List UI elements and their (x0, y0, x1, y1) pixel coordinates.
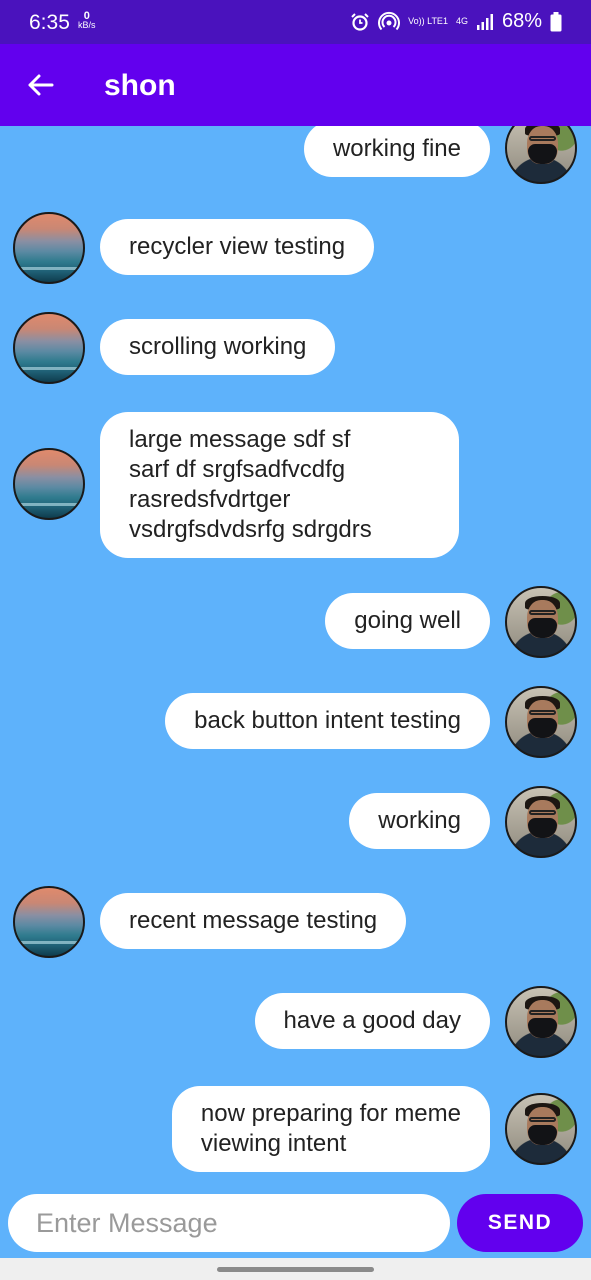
alarm-icon (351, 12, 369, 31)
home-gesture-handle[interactable] (217, 1267, 374, 1272)
avatar-sent (505, 986, 577, 1058)
battery-icon (550, 11, 562, 31)
net-speed-unit: kB/s (78, 20, 96, 30)
message-bubble-sent: back button intent testing (165, 693, 490, 749)
avatar-sent (505, 786, 577, 858)
message-bubble-received: scrolling working (100, 319, 336, 375)
avatar-sent (505, 1093, 577, 1165)
status-time: 6:35 (29, 11, 70, 34)
status-icons: Vo)) LTE1 4G 68% (350, 10, 562, 33)
message-list[interactable]: working fine recycler view testing scrol… (0, 126, 591, 1189)
avatar-received (13, 312, 85, 384)
send-button[interactable]: SEND (457, 1194, 583, 1252)
message-bubble-sent: have a good day (254, 993, 490, 1049)
avatar-sent (505, 126, 577, 184)
signal-icon (476, 13, 493, 30)
message-bubble-sent: now preparing for meme viewing intent (171, 1086, 490, 1172)
avatar-sent (505, 686, 577, 758)
chat-title: shon (104, 69, 176, 102)
avatar-sent (505, 586, 577, 658)
volte-icon: Vo)) LTE1 (408, 16, 448, 26)
avatar-received (13, 212, 85, 284)
message-bubble-received: recent message testing (100, 893, 407, 949)
message-bubble-received: recycler view testing (100, 219, 375, 275)
network-type-icon: 4G (455, 16, 468, 26)
message-bubble-received: large message sdf sf sarf df srgfsadfvcd… (100, 412, 459, 558)
message-bubble-sent: going well (325, 593, 490, 649)
message-bubble-sent: working fine (303, 126, 490, 177)
message-input[interactable] (8, 1194, 450, 1252)
hotspot-icon (378, 11, 401, 30)
back-arrow-icon[interactable] (26, 71, 54, 99)
status-bar: 6:35 0 kB/s Vo)) LTE1 4G 68% (0, 0, 591, 44)
avatar-received (13, 448, 85, 520)
battery-percent: 68% (501, 10, 542, 32)
network-speed-indicator: 0 kB/s (78, 11, 96, 30)
navigation-bar (0, 1258, 591, 1280)
app-bar: shon (0, 44, 591, 126)
avatar-received (13, 886, 85, 958)
message-bubble-sent: working (349, 793, 490, 849)
